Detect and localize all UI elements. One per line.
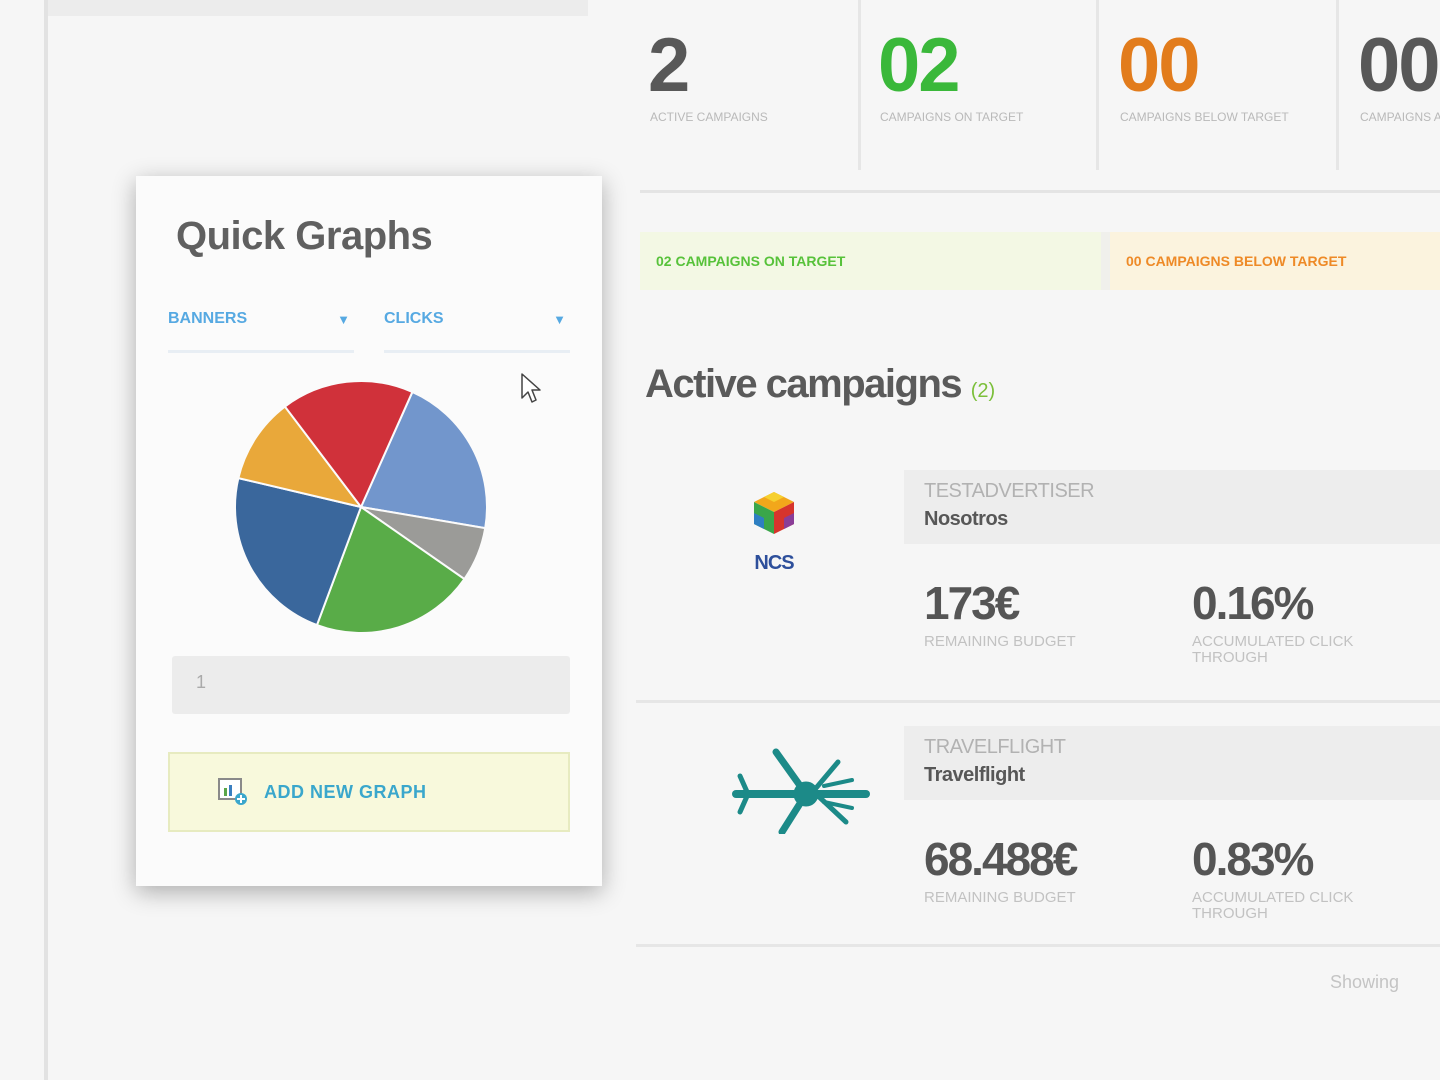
- stat-label: CAMPAIGNS ON TARGET: [880, 110, 1024, 124]
- target-summary-bar: 02 CAMPAIGNS ON TARGET 00 CAMPAIGNS BELO…: [640, 232, 1440, 290]
- advertiser-box: TESTADVERTISER Nosotros: [904, 470, 1440, 544]
- stat-active-campaigns[interactable]: 2 ACTIVE CAMPAIGNS: [648, 0, 861, 170]
- pie-chart[interactable]: [226, 372, 496, 642]
- accumulated-click-through: 0.16% ACCUMULATED CLICK THROUGH: [1192, 576, 1382, 666]
- advertiser-label: TESTADVERTISER: [924, 480, 1095, 502]
- card-divider: [636, 944, 1440, 947]
- advertiser-box: TRAVELFLIGHT Travelflight: [904, 726, 1440, 800]
- pie-chart-svg: [234, 380, 488, 634]
- campaign-card[interactable]: NCS TESTADVERTISER Nosotros 173€ REMAINI…: [636, 452, 1440, 697]
- travelflight-plane-logo-icon: [732, 748, 870, 836]
- stats-divider: [640, 190, 1440, 193]
- pagination-info: Showing: [1330, 972, 1400, 992]
- stat-value: 00: [1118, 23, 1201, 108]
- budget-label: REMAINING BUDGET: [924, 633, 1076, 650]
- accumulated-click-through: 0.83% ACCUMULATED CLICK THROUGH: [1192, 832, 1382, 922]
- quick-graphs-title: Quick Graphs: [176, 214, 433, 258]
- clicks-select-label: CLICKS: [384, 310, 444, 327]
- stat-campaigns-about-to-finish[interactable]: 00 CAMPAIGNS ABOUT TO FINISH: [1358, 0, 1440, 170]
- top-strip: [48, 0, 588, 16]
- below-target-filter[interactable]: 00 CAMPAIGNS BELOW TARGET: [1110, 232, 1440, 290]
- campaign-card[interactable]: TRAVELFLIGHT Travelflight 68.488€ REMAIN…: [636, 708, 1440, 953]
- budget-label: REMAINING BUDGET: [924, 889, 1076, 906]
- stat-value: 2: [648, 23, 690, 108]
- active-campaigns-heading: Active campaigns (2): [645, 362, 995, 407]
- stat-label: CAMPAIGNS BELOW TARGET: [1120, 110, 1289, 124]
- mouse-cursor-icon: [521, 373, 541, 403]
- ncs-cube-logo-icon: NCS: [754, 492, 795, 574]
- stat-campaigns-below-target[interactable]: 00 CAMPAIGNS BELOW TARGET: [1118, 0, 1339, 170]
- add-new-graph-button[interactable]: ADD NEW GRAPH: [168, 752, 570, 832]
- banners-select[interactable]: BANNERS ▼: [168, 310, 354, 353]
- add-graph-icon: [218, 778, 247, 805]
- stat-label: ACTIVE CAMPAIGNS: [650, 110, 768, 124]
- chevron-down-icon: ▼: [337, 312, 350, 327]
- chevron-down-icon: ▼: [553, 312, 566, 327]
- stat-value: 00: [1358, 23, 1440, 108]
- stat-campaigns-on-target[interactable]: 02 CAMPAIGNS ON TARGET: [878, 0, 1099, 170]
- clicks-select[interactable]: CLICKS ▼: [384, 310, 570, 353]
- ctr-value: 0.83%: [1192, 833, 1314, 885]
- on-target-filter[interactable]: 02 CAMPAIGNS ON TARGET: [640, 232, 1101, 290]
- graph-input[interactable]: 1: [172, 656, 570, 714]
- active-campaigns-count: (2): [970, 380, 996, 402]
- advertiser-label: TRAVELFLIGHT: [924, 736, 1066, 758]
- quick-graphs-panel: Quick Graphs BANNERS ▼ CLICKS ▼ 1 ADD NE…: [136, 176, 602, 886]
- ctr-label: ACCUMULATED CLICK THROUGH: [1192, 633, 1354, 666]
- logo-text: NCS: [754, 552, 794, 574]
- banners-select-label: BANNERS: [168, 310, 248, 327]
- remaining-budget: 68.488€ REMAINING BUDGET: [924, 832, 1114, 906]
- card-divider: [636, 700, 1440, 703]
- graph-input-value: 1: [196, 672, 207, 692]
- stat-value: 02: [878, 23, 961, 108]
- budget-value: 68.488€: [924, 833, 1078, 885]
- campaign-name[interactable]: Travelflight: [924, 764, 1025, 787]
- campaign-name[interactable]: Nosotros: [924, 508, 1008, 531]
- ctr-value: 0.16%: [1192, 577, 1314, 629]
- dashboard-page: 2 ACTIVE CAMPAIGNS 02 CAMPAIGNS ON TARGE…: [0, 0, 1440, 1080]
- remaining-budget: 173€ REMAINING BUDGET: [924, 576, 1114, 650]
- active-campaigns-title: Active campaigns: [645, 362, 963, 406]
- campaign-logo: [656, 724, 896, 836]
- campaign-logo: NCS: [656, 468, 896, 578]
- budget-value: 173€: [924, 577, 1020, 629]
- panel-left-border: [44, 0, 48, 1080]
- stat-label: CAMPAIGNS ABOUT TO FINISH: [1360, 110, 1440, 124]
- add-new-graph-label: ADD NEW GRAPH: [264, 782, 427, 802]
- ctr-label: ACCUMULATED CLICK THROUGH: [1192, 889, 1354, 922]
